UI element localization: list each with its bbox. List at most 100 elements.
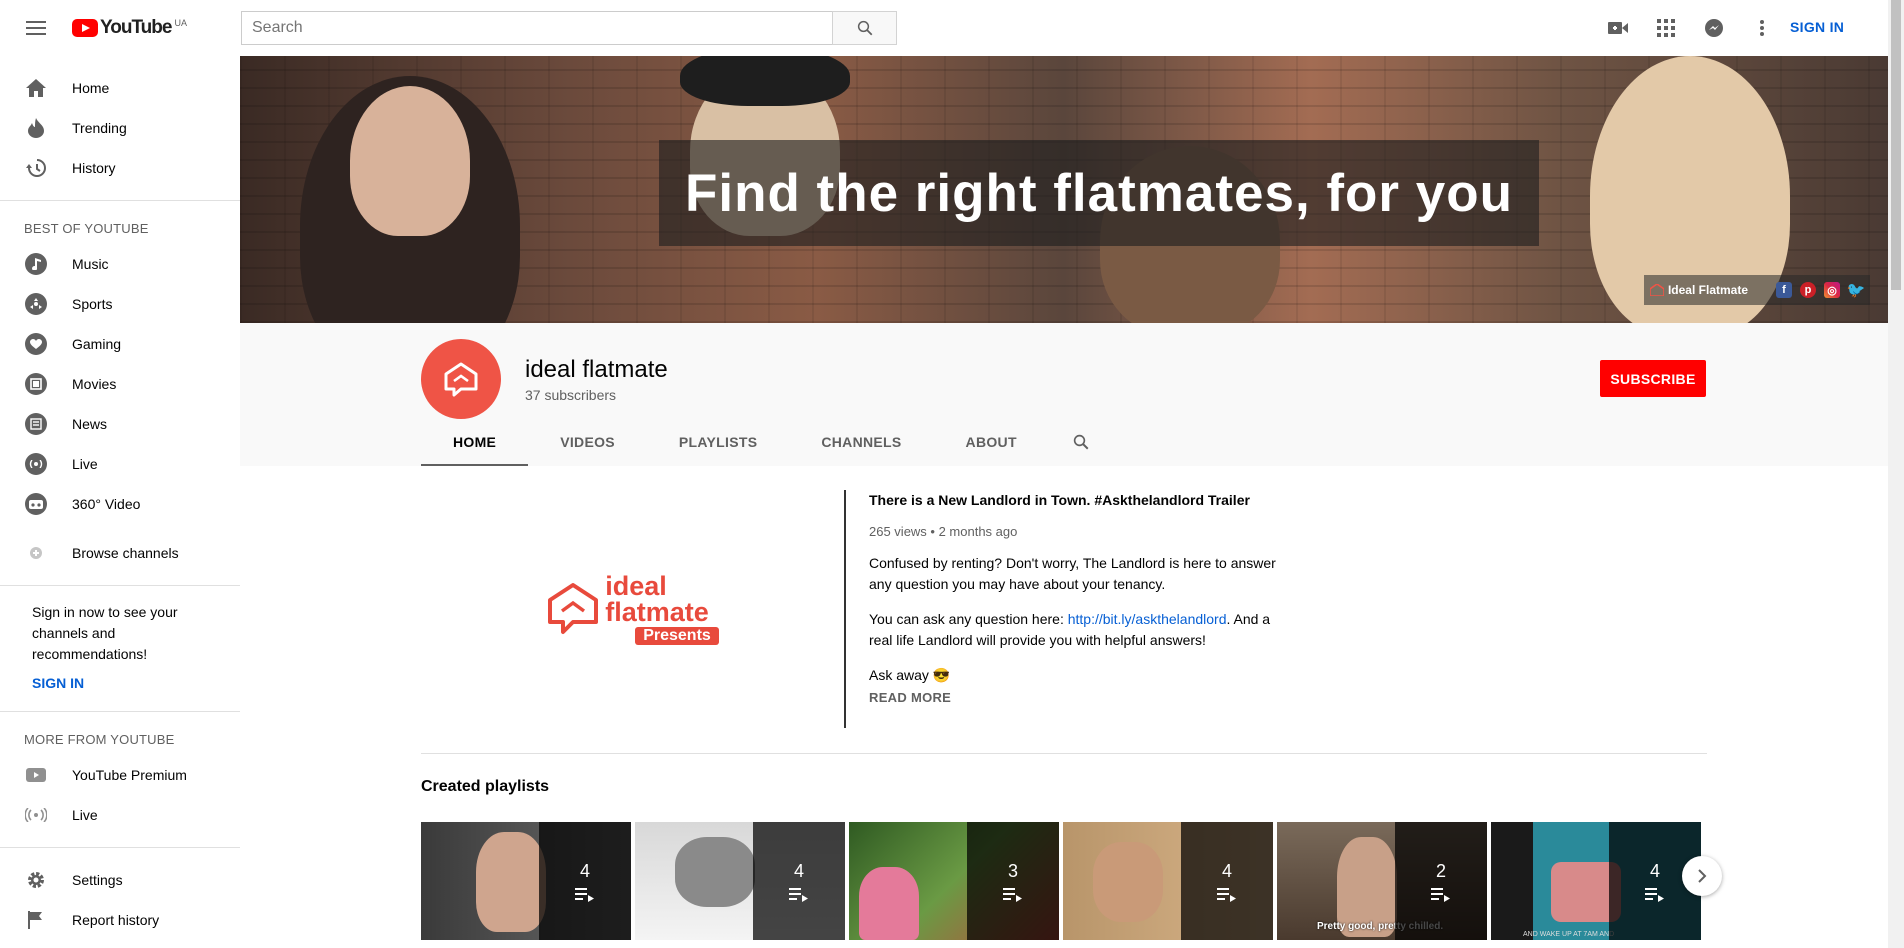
menu-icon[interactable] bbox=[24, 18, 48, 38]
sidebar-item-home[interactable]: Home bbox=[0, 68, 240, 108]
sidebar-item-label: Live bbox=[72, 807, 98, 823]
page-scrollbar[interactable] bbox=[1888, 0, 1904, 948]
search-icon bbox=[1073, 434, 1089, 450]
sidebar-item-label: Sports bbox=[72, 296, 113, 312]
messages-icon[interactable] bbox=[1702, 16, 1726, 40]
banner-link-website[interactable]: Ideal Flatmate bbox=[1649, 283, 1748, 297]
news-icon bbox=[24, 412, 48, 436]
house-chat-icon bbox=[548, 583, 599, 634]
featured-video-description-1: Confused by renting? Don't worry, The La… bbox=[869, 555, 1276, 592]
sidebar-item-label: Report history bbox=[72, 912, 160, 928]
sidebar-item-movies[interactable]: Movies bbox=[0, 364, 240, 404]
sidebar-heading-best: BEST OF YOUTUBE bbox=[24, 221, 149, 236]
read-more-button[interactable]: READ MORE bbox=[869, 690, 1289, 705]
sidebar-item-label: Gaming bbox=[72, 336, 122, 352]
featured-video-description-2: You can ask any question here: http://bi… bbox=[869, 609, 1289, 651]
channel-search-button[interactable] bbox=[1049, 418, 1113, 466]
vr-icon bbox=[24, 492, 48, 516]
sidebar-item-label: Home bbox=[72, 80, 110, 96]
youtube-premium-icon bbox=[24, 763, 48, 787]
tab-channels[interactable]: CHANNELS bbox=[789, 418, 933, 466]
banner-links: Ideal Flatmate f p ◎ 🐦 bbox=[1643, 275, 1870, 305]
banner-link-label: Ideal Flatmate bbox=[1667, 283, 1748, 297]
featured-video-meta: 265 views • 2 months ago bbox=[869, 524, 1018, 539]
gear-icon bbox=[24, 868, 48, 892]
sidebar-item-label: YouTube Premium bbox=[72, 767, 187, 783]
scrollbar-thumb[interactable] bbox=[1891, 0, 1901, 290]
sidebar-item-history[interactable]: History bbox=[0, 148, 240, 188]
playlist-video-count: 2 bbox=[1435, 860, 1446, 881]
sidebar-item-label: Music bbox=[72, 256, 109, 272]
sidebar-item-360-video[interactable]: 360° Video bbox=[0, 484, 240, 524]
pinterest-icon[interactable]: p bbox=[1800, 282, 1816, 298]
featured-video-info: There is a New Landlord in Town. #Askthe… bbox=[869, 490, 1289, 705]
playlist-overlay: 4 bbox=[539, 822, 631, 940]
section-title[interactable]: Created playlists bbox=[421, 778, 549, 796]
apps-icon[interactable] bbox=[1654, 16, 1678, 40]
playlist-icon bbox=[1645, 887, 1664, 902]
tab-about[interactable]: ABOUT bbox=[934, 418, 1049, 466]
playlist-thumbnail[interactable]: 3 bbox=[849, 822, 1059, 940]
sidebar-item-browse-channels[interactable]: Browse channels bbox=[0, 533, 240, 573]
playlist-shelf: 4 4 3 4 Pretty good, pretty chilled. 2 A… bbox=[421, 822, 1701, 940]
facebook-icon[interactable]: f bbox=[1776, 282, 1792, 298]
thumb-person bbox=[1093, 842, 1163, 922]
sidebar-item-live[interactable]: Live bbox=[0, 444, 240, 484]
playlist-thumbnail[interactable]: AND WAKE UP AT 7AM AND 4 bbox=[1491, 822, 1701, 940]
banner-face-1 bbox=[350, 86, 470, 236]
sidebar-item-report-history[interactable]: Report history bbox=[0, 900, 240, 940]
playlist-thumbnail[interactable]: 4 bbox=[421, 822, 631, 940]
search-input[interactable] bbox=[241, 11, 832, 45]
logo-line-1: ideal bbox=[605, 571, 667, 601]
channel-header: ideal flatmate 37 subscribers SUBSCRIBE … bbox=[240, 323, 1888, 466]
playlist-thumbnail[interactable]: 4 bbox=[635, 822, 845, 940]
sidebar-item-label: Settings bbox=[72, 872, 123, 888]
sidebar-item-music[interactable]: Music bbox=[0, 244, 240, 284]
sidebar-item-trending[interactable]: Trending bbox=[0, 108, 240, 148]
playlist-thumbnail[interactable]: 4 bbox=[1063, 822, 1273, 940]
subscribe-button[interactable]: SUBSCRIBE bbox=[1600, 360, 1706, 397]
section-divider bbox=[421, 753, 1707, 754]
sidebar-item-news[interactable]: News bbox=[0, 404, 240, 444]
tab-playlists[interactable]: PLAYLISTS bbox=[647, 418, 789, 466]
ideal-flatmate-logo: ideal flatmate Presents bbox=[547, 573, 719, 645]
logo-country: UA bbox=[174, 18, 187, 28]
sidebar-item-gaming[interactable]: Gaming bbox=[0, 324, 240, 364]
twitter-icon[interactable]: 🐦 bbox=[1847, 282, 1866, 299]
search-button[interactable] bbox=[832, 11, 897, 45]
featured-video-title[interactable]: There is a New Landlord in Town. #Askthe… bbox=[869, 492, 1289, 508]
chevron-right-icon bbox=[1698, 869, 1707, 883]
playlist-video-count: 3 bbox=[1007, 860, 1018, 881]
signin-button[interactable]: SIGN IN bbox=[1790, 19, 1844, 35]
create-video-icon[interactable] bbox=[1606, 16, 1630, 40]
tab-home[interactable]: HOME bbox=[421, 418, 529, 466]
sidebar: Home Trending History BEST OF YOUTUBE Mu… bbox=[0, 56, 240, 948]
sports-icon bbox=[24, 292, 48, 316]
sidebar-item-live-more[interactable]: Live bbox=[0, 795, 240, 835]
description-link[interactable]: http://bit.ly/askthelandlord bbox=[1068, 611, 1227, 627]
sidebar-item-youtube-premium[interactable]: YouTube Premium bbox=[0, 755, 240, 795]
flame-icon bbox=[24, 116, 48, 140]
channel-avatar[interactable] bbox=[421, 339, 501, 419]
instagram-icon[interactable]: ◎ bbox=[1824, 282, 1840, 298]
shelf-next-button[interactable] bbox=[1682, 856, 1722, 896]
more-vert-icon[interactable] bbox=[1750, 16, 1774, 40]
playlist-video-count: 4 bbox=[1649, 860, 1660, 881]
sidebar-item-sports[interactable]: Sports bbox=[0, 284, 240, 324]
featured-video-thumbnail[interactable]: ideal flatmate Presents bbox=[421, 490, 845, 728]
playlist-video-count: 4 bbox=[579, 860, 590, 881]
sidebar-item-label: Live bbox=[72, 456, 98, 472]
playlist-overlay: 3 bbox=[967, 822, 1059, 940]
description-text: You can ask any question here: bbox=[869, 611, 1068, 627]
tab-videos[interactable]: VIDEOS bbox=[528, 418, 647, 466]
sidebar-item-settings[interactable]: Settings bbox=[0, 860, 240, 900]
playlist-icon bbox=[1431, 887, 1450, 902]
sidebar-signin-button[interactable]: SIGN IN bbox=[0, 665, 240, 699]
sidebar-divider bbox=[0, 847, 240, 848]
youtube-logo[interactable]: YouTube UA bbox=[72, 16, 187, 40]
playlist-overlay: 4 bbox=[1181, 822, 1273, 940]
channel-banner: Find the right flatmates, for you Ideal … bbox=[240, 56, 1888, 323]
playlist-thumbnail[interactable]: Pretty good, pretty chilled. 2 bbox=[1277, 822, 1487, 940]
thumb-person bbox=[859, 867, 919, 940]
